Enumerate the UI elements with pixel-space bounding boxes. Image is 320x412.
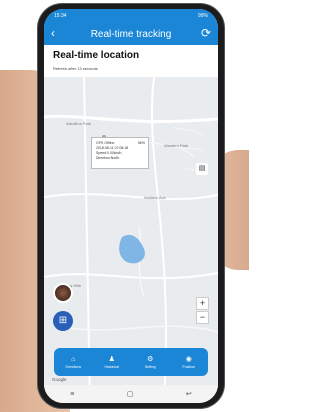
back-icon[interactable]: ↩ [186, 390, 192, 398]
google-logo: Google [52, 377, 67, 382]
tab-position[interactable]: ◉ Position [170, 356, 209, 369]
system-nav-bar: ≡ ▢ ↩ [44, 385, 218, 403]
gear-icon: ⚙ [147, 355, 154, 363]
refresh-icon[interactable]: ⟳ [201, 26, 211, 40]
status-time: 15:34 [54, 13, 67, 19]
tab-label: Position [182, 364, 195, 369]
screen: 15:34 99% ‹ Real-time tracking ⟳ Real-ti… [44, 9, 218, 403]
tab-historical[interactable]: ♟ Historical [93, 356, 132, 369]
tab-label: Historical [104, 364, 119, 369]
nav-title: Real-time tracking [90, 28, 172, 40]
zoom-in-button[interactable]: + [196, 297, 209, 310]
back-arrow-icon[interactable]: ‹ [51, 26, 55, 40]
device-avatar[interactable] [53, 283, 73, 303]
page-header: Real-time location Refresh after 13 seco… [44, 45, 218, 77]
tab-setting[interactable]: ⚙ Setting [131, 356, 170, 369]
grid-menu-icon[interactable]: ⊞ [53, 311, 73, 331]
bottom-tab-bar: ⌂ Directions ♟ Historical ⚙ Setting ◉ Po… [54, 348, 208, 376]
location-pin-icon: ◉ [185, 355, 192, 363]
device-info-popup: 56% GPS Offline 2018-08-11 07:08:18 Spee… [91, 137, 149, 169]
person-icon: ♟ [108, 355, 115, 363]
recent-apps-icon[interactable]: ≡ [70, 391, 74, 398]
map-label-western: Western Park [164, 143, 189, 148]
zoom-out-button[interactable]: − [196, 311, 209, 324]
phone-frame: 15:34 99% ‹ Real-time tracking ⟳ Real-ti… [38, 4, 224, 408]
tab-label: Directions [65, 364, 82, 369]
map-label-park: Arbolitos Park [66, 121, 91, 126]
tab-label: Setting [144, 364, 156, 369]
refresh-countdown: Refresh after 13 seconds [53, 66, 98, 71]
tab-directions[interactable]: ⌂ Directions [54, 356, 93, 369]
direction: Direction:North [96, 156, 120, 160]
map-label-wallace: Wallace Ave [144, 195, 166, 200]
nav-bar: ‹ Real-time tracking ⟳ [44, 23, 218, 45]
directions-icon: ⌂ [71, 355, 76, 363]
status-bar: 15:34 99% [44, 9, 218, 23]
status-battery: 99% [197, 13, 208, 19]
map-layers-icon[interactable]: ▤ [196, 163, 208, 175]
page-title: Real-time location [53, 50, 140, 61]
home-icon[interactable]: ▢ [127, 390, 134, 398]
battery-level: 56% [137, 141, 145, 145]
